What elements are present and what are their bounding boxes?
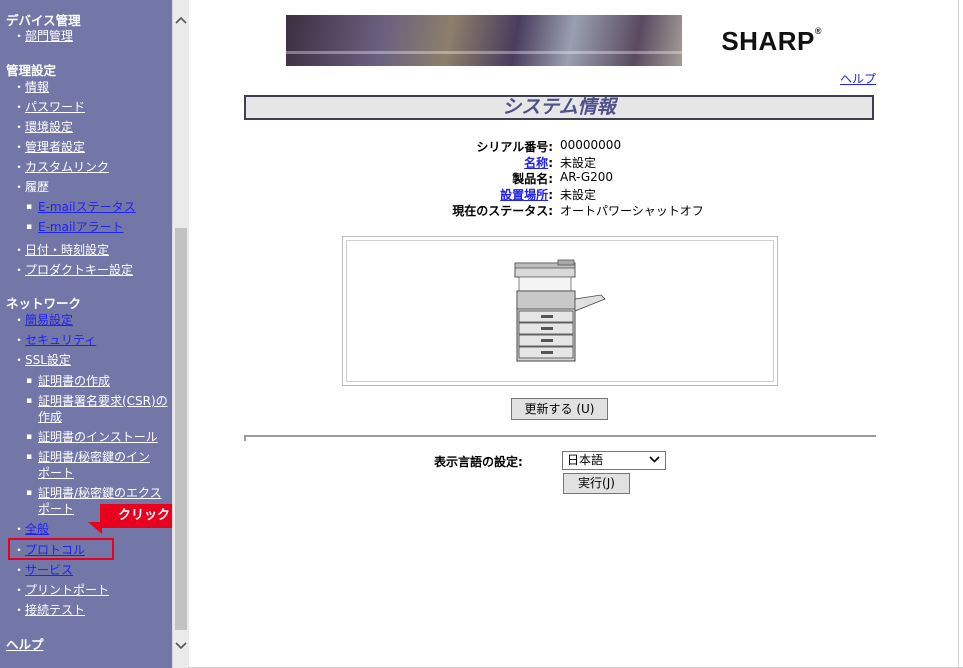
bullet-icon: ・: [13, 313, 26, 327]
scroll-up-icon[interactable]: [173, 14, 189, 32]
sidebar-item-connection-test[interactable]: ・接続テスト: [0, 603, 85, 617]
page-title-bar: システム情報: [244, 95, 874, 120]
bullet-icon: ・: [13, 100, 26, 114]
sidebar-item-email-alert[interactable]: ▪ E-mailアラート: [0, 220, 124, 234]
serial-value: 00000000: [560, 138, 622, 152]
bullet-icon: ・: [13, 583, 26, 597]
square-bullet-icon: ▪: [26, 376, 33, 386]
sidebar-item-ssl[interactable]: ・ SSL設定: [0, 353, 71, 367]
scroll-down-icon[interactable]: [173, 640, 189, 658]
run-button[interactable]: 実行(J): [563, 473, 630, 494]
bullet-icon: ・: [13, 603, 26, 617]
scrollbar-thumb[interactable]: [175, 228, 187, 630]
bullet-icon: ・: [13, 180, 26, 194]
sidebar-nav: デバイス管理 ・部門管理 管理設定 ・情報 ・パスワード ・環境設定 ・管理者設…: [0, 0, 172, 668]
bullet-icon: ・: [13, 140, 26, 154]
sidebar-item-services[interactable]: ・サービス: [0, 563, 73, 577]
divider-end: [244, 435, 246, 441]
name-value: 未設定: [560, 156, 597, 170]
sidebar-item-export-key[interactable]: ▪ 証明書/秘密鍵のエクス: [0, 486, 162, 500]
language-label: 表示言語の設定:: [434, 455, 523, 469]
language-select[interactable]: 日本語: [562, 451, 666, 470]
serial-label: シリアル番号:: [476, 140, 553, 154]
sidebar-item-security[interactable]: ・セキュリティ: [0, 333, 96, 347]
sidebar-help-link[interactable]: ヘルプ: [6, 634, 44, 653]
square-bullet-icon: ▪: [26, 452, 33, 462]
protocol-highlight-box: [8, 538, 114, 560]
bullet-icon: ・: [13, 120, 26, 134]
sidebar-item-custom-link[interactable]: ・カスタムリンク: [0, 160, 109, 174]
sidebar-scrollbar[interactable]: [172, 0, 189, 668]
sidebar-item-general[interactable]: ・全般: [0, 522, 49, 536]
square-bullet-icon: ▪: [26, 488, 33, 498]
square-bullet-icon: ▪: [26, 202, 33, 212]
page-title: システム情報: [502, 96, 616, 118]
sidebar-item-product-key[interactable]: ・プロダクトキー設定: [0, 263, 133, 277]
sidebar-item-datetime[interactable]: ・日付・時刻設定: [0, 243, 109, 257]
location-link[interactable]: 設置場所: [500, 188, 548, 202]
sharp-logo: SHARP®: [721, 26, 822, 56]
bullet-icon: ・: [13, 353, 26, 367]
sidebar-item-admin-settings[interactable]: ・管理者設定: [0, 140, 85, 154]
refresh-button[interactable]: 更新する (U): [511, 398, 608, 420]
sidebar-item-export-key-cont[interactable]: ポート: [0, 502, 74, 516]
sidebar-item-environment[interactable]: ・環境設定: [0, 120, 73, 134]
main-content: SHARP® ヘルプ システム情報 シリアル番号: 00000000 名称: 未…: [188, 0, 963, 668]
printer-icon: [514, 259, 606, 362]
model-value: AR-G200: [560, 170, 614, 184]
sidebar-item-import-key-cont[interactable]: ポート: [0, 466, 74, 480]
section-admin-settings: 管理設定: [6, 63, 57, 78]
bullet-icon: ・: [13, 263, 26, 277]
divider: [244, 435, 876, 437]
sidebar-item-email-status[interactable]: ▪ E-mailステータス: [0, 200, 136, 214]
section-device-management: デバイス管理: [6, 13, 81, 28]
location-value: 未設定: [560, 188, 597, 202]
chevron-down-icon: [649, 452, 660, 469]
sidebar-item-import-key[interactable]: ▪ 証明書/秘密鍵のイン: [0, 450, 150, 464]
sidebar-item-csr-cont[interactable]: 作成: [0, 410, 62, 424]
sidebar-item-install-cert[interactable]: ▪ 証明書のインストール: [0, 430, 158, 444]
square-bullet-icon: ▪: [26, 396, 33, 406]
sidebar-item-history: ・履歴: [13, 180, 50, 194]
sidebar-item-csr[interactable]: ▪ 証明書署名要求(CSR)の: [0, 394, 168, 408]
status-label: 現在のステータス:: [452, 204, 553, 218]
sidebar-item-create-cert[interactable]: ▪ 証明書の作成: [0, 374, 110, 388]
bullet-icon: ・: [13, 333, 26, 347]
bullet-icon: ・: [13, 29, 26, 43]
sidebar-item-department[interactable]: ・部門管理: [0, 29, 73, 43]
square-bullet-icon: ▪: [26, 222, 33, 232]
help-link[interactable]: ヘルプ: [840, 70, 876, 87]
status-value: オートパワーシャットオフ: [560, 204, 704, 218]
device-image-frame: [342, 236, 778, 386]
bullet-icon: ・: [13, 160, 26, 174]
sharp-banner: SHARP®: [286, 15, 834, 66]
bullet-icon: ・: [13, 80, 26, 94]
sidebar-item-print-port[interactable]: ・プリントポート: [0, 583, 109, 597]
language-selected-value: 日本語: [567, 453, 604, 467]
square-bullet-icon: ▪: [26, 432, 33, 442]
sidebar-item-info[interactable]: ・情報: [0, 80, 49, 94]
window-right-edge: [958, 0, 959, 668]
name-link[interactable]: 名称: [524, 156, 548, 170]
bullet-icon: ・: [13, 563, 26, 577]
model-label: 製品名:: [512, 172, 553, 186]
section-network: ネットワーク: [6, 296, 82, 311]
sidebar-item-quick-setup[interactable]: ・簡易設定: [0, 313, 73, 327]
sidebar-item-password[interactable]: ・パスワード: [0, 100, 85, 114]
bullet-icon: ・: [13, 243, 26, 257]
bullet-icon: ・: [13, 522, 26, 536]
